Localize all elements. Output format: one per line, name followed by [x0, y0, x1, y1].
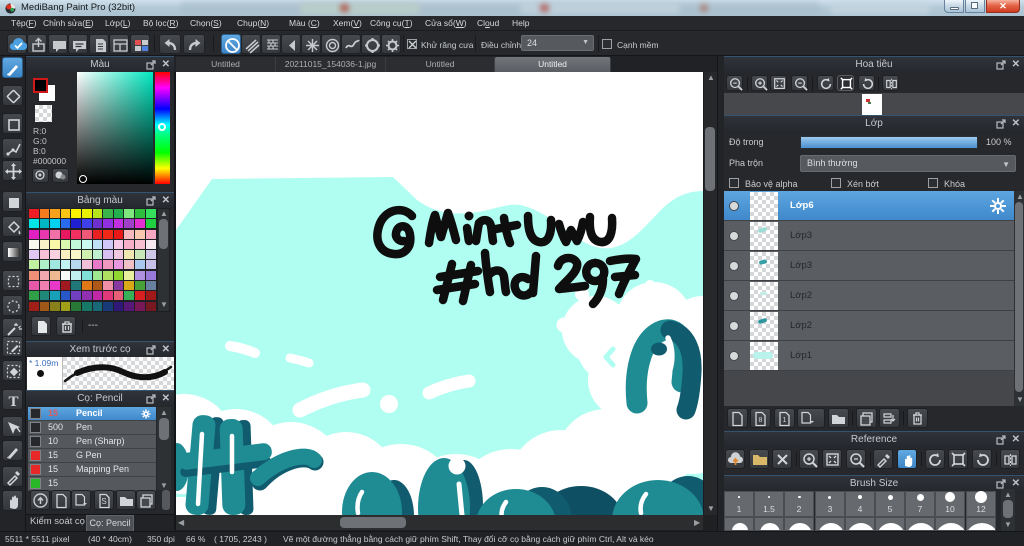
svg-text:T: T	[8, 394, 18, 410]
svg-text:8: 8	[759, 417, 763, 424]
svg-text:1: 1	[783, 417, 787, 424]
svg-text:S: S	[101, 497, 106, 506]
